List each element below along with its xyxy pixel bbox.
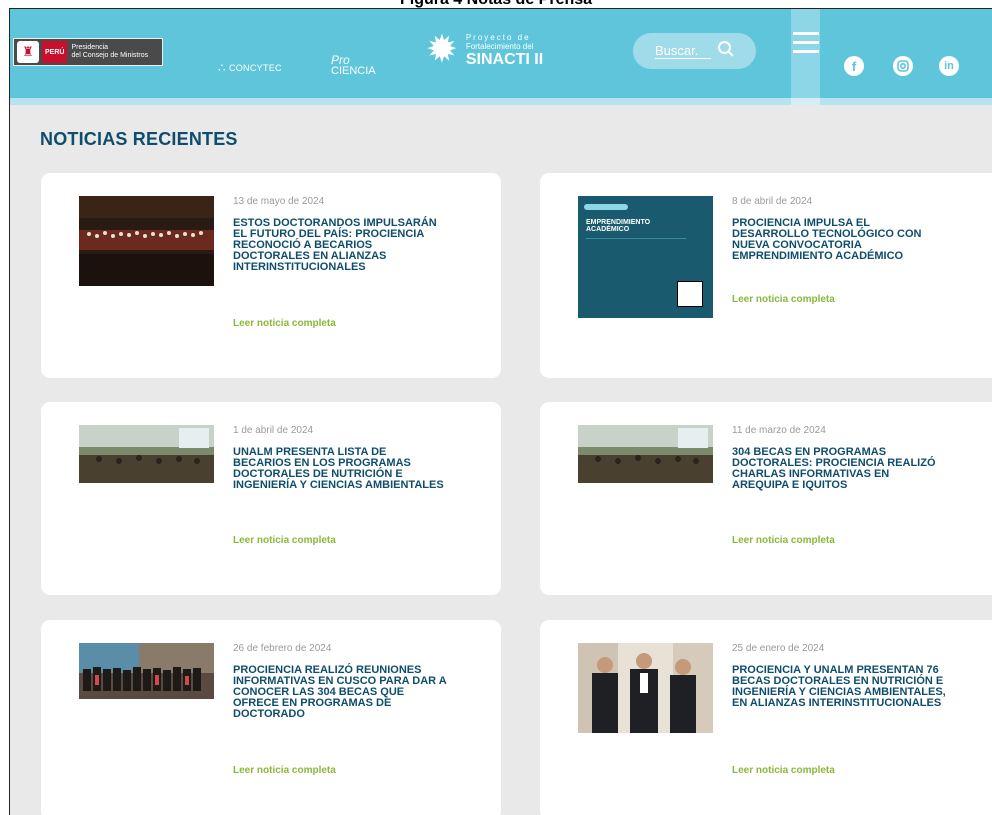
news-title[interactable]: 304 BECAS EN PROGRAMAS DOCTORALES: PROCI… — [732, 447, 946, 491]
qr-code-icon — [677, 281, 703, 307]
menu-icon-bar — [792, 41, 819, 44]
sinacti-gear-icon: ✹ — [426, 29, 458, 71]
news-date: 25 de enero de 2024 — [732, 643, 825, 654]
read-more-link[interactable]: Leer noticia completa — [233, 765, 336, 776]
read-more-link[interactable]: Leer noticia completa — [732, 294, 835, 305]
read-more-link[interactable]: Leer noticia completa — [732, 765, 835, 776]
news-title[interactable]: PROCIENCIA REALIZÓ REUNIONES INFORMATIVA… — [233, 665, 447, 720]
linkedin-icon[interactable]: in — [939, 56, 959, 76]
news-thumbnail[interactable] — [79, 425, 214, 483]
news-date: 1 de abril de 2024 — [233, 425, 314, 436]
coat-of-arms-icon: ♜ — [17, 41, 39, 63]
news-card: 25 de enero de 2024 PROCIENCIA Y UNALM P… — [540, 620, 992, 815]
read-more-link[interactable]: Leer noticia completa — [233, 535, 336, 546]
read-more-link[interactable]: Leer noticia completa — [732, 535, 835, 546]
figure-caption: Figura 4 Notas de Prensa — [0, 0, 992, 8]
read-more-link[interactable]: Leer noticia completa — [233, 318, 336, 329]
news-thumbnail[interactable] — [578, 425, 713, 483]
browser-viewport: ♜ PERÚ Presidencia del Consejo de Minist… — [9, 8, 992, 815]
sinacti-logo[interactable]: ✹ Proyecto de Fortalecimiento del SINACT… — [426, 31, 543, 69]
menu-icon-bar — [792, 32, 819, 35]
news-date: 8 de abril de 2024 — [732, 196, 813, 207]
news-card: 11 de marzo de 2024 304 BECAS EN PROGRAM… — [540, 402, 992, 595]
concytec-logo[interactable]: ∴ CONCYTEC — [218, 61, 282, 75]
site-header: ♜ PERÚ Presidencia del Consejo de Minist… — [10, 9, 992, 98]
pcm-logo[interactable]: ♜ PERÚ Presidencia del Consejo de Minist… — [13, 38, 163, 66]
news-card: 26 de febrero de 2024 PROCIENCIA REALIZÓ… — [41, 620, 501, 815]
news-title[interactable]: ESTOS DOCTORANDOS IMPULSARÁN EL FUTURO D… — [233, 218, 447, 273]
section-title: NOTICIAS RECIENTES — [40, 129, 238, 149]
news-thumbnail[interactable] — [79, 196, 214, 286]
menu-icon-bar — [792, 50, 819, 53]
news-date: 13 de mayo de 2024 — [233, 196, 325, 207]
news-date: 11 de marzo de 2024 — [732, 425, 826, 436]
facebook-icon[interactable]: f — [844, 56, 864, 76]
news-card: 1 de abril de 2024 UNALM PRESENTA LISTA … — [41, 402, 501, 595]
instagram-icon[interactable] — [893, 56, 913, 76]
news-thumbnail[interactable] — [79, 643, 214, 699]
menu-button-edge — [791, 98, 820, 105]
menu-button[interactable] — [791, 9, 820, 98]
news-card: EMPRENDIMIENTO ACADÉMICO 8 de abril de 2… — [540, 173, 992, 378]
news-title[interactable]: PROCIENCIA Y UNALM PRESENTAN 76 BECAS DO… — [732, 665, 946, 709]
search-input[interactable] — [655, 43, 711, 59]
header-strip — [10, 98, 992, 105]
peru-label: PERÚ — [42, 41, 68, 63]
search-icon[interactable] — [717, 40, 735, 63]
news-thumbnail[interactable]: EMPRENDIMIENTO ACADÉMICO — [578, 196, 713, 326]
news-title[interactable]: PROCIENCIA IMPULSA EL DESARROLLO TECNOLÓ… — [732, 218, 946, 262]
news-title[interactable]: UNALM PRESENTA LISTA DE BECARIOS EN LOS … — [233, 447, 447, 491]
news-card: 13 de mayo de 2024 ESTOS DOCTORANDOS IMP… — [41, 173, 501, 378]
prociencia-logo[interactable]: Pro CIENCIA — [331, 54, 376, 77]
news-date: 26 de febrero de 2024 — [233, 643, 332, 654]
search-box[interactable] — [633, 33, 756, 69]
concytec-dots-icon: ∴ — [218, 61, 226, 75]
news-thumbnail[interactable] — [578, 643, 713, 733]
pcm-text: Presidencia del Consejo de Ministros — [71, 44, 149, 59]
